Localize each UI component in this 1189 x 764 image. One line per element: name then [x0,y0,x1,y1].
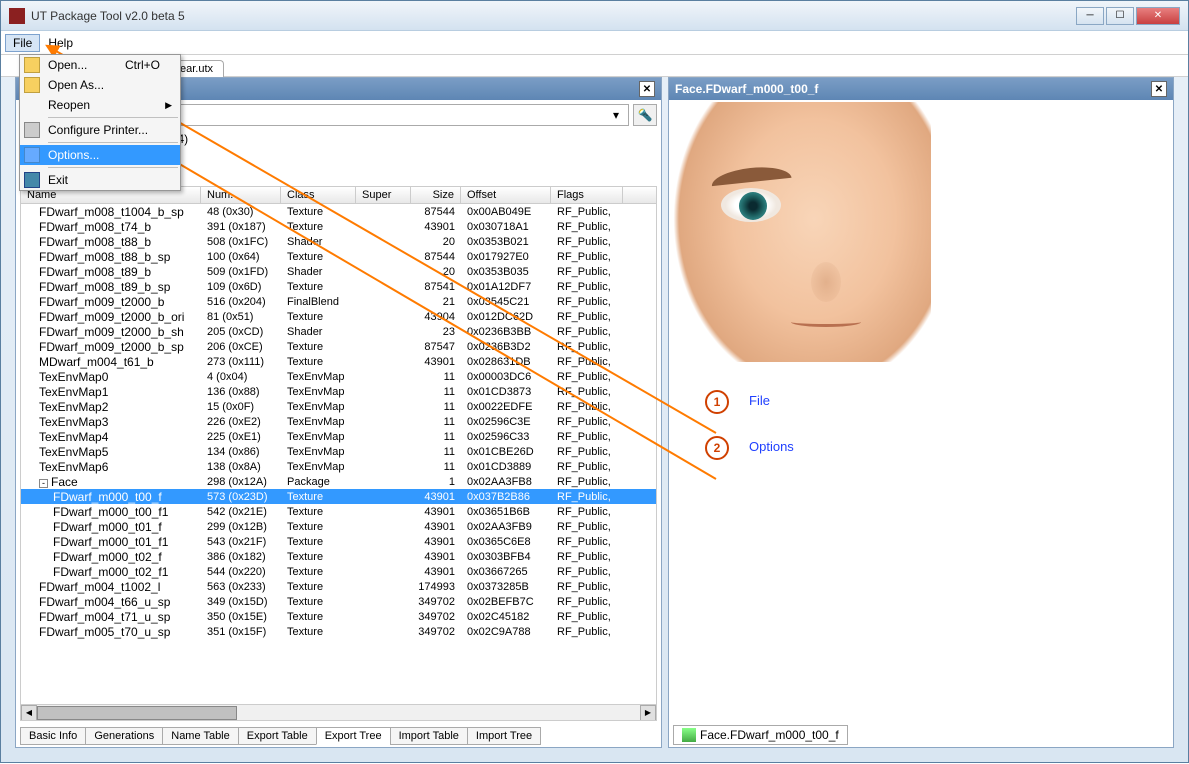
preview-tab[interactable]: Face.FDwarf_m000_t00_f [673,725,848,745]
window-title: UT Package Tool v2.0 beta 5 [31,9,1076,23]
find-button[interactable]: 🔦 [633,104,657,126]
search-icon: 🔦 [638,108,653,122]
tab-import-tree[interactable]: Import Tree [467,727,541,745]
left-panel-close[interactable]: ✕ [639,81,655,97]
preview-body: 1 File 2 Options [669,100,1173,723]
tab-export-table[interactable]: Export Table [238,727,317,745]
scroll-right-icon[interactable]: ▶ [640,705,656,721]
tab-name-table[interactable]: Name Table [162,727,239,745]
preview-close[interactable]: ✕ [1151,81,1167,97]
folder-icon [24,77,40,93]
menu-exit[interactable]: Exit [20,170,180,190]
bottom-tabs: Basic InfoGenerationsName TableExport Ta… [16,725,661,747]
annotation-label-1: File [749,393,770,408]
close-button[interactable]: ✕ [1136,7,1180,25]
scroll-left-icon[interactable]: ◀ [21,705,37,721]
menu-file[interactable]: File [5,34,40,52]
preview-title: Face.FDwarf_m000_t00_f [675,82,818,96]
menu-open-as[interactable]: Open As... [20,75,180,95]
menu-open[interactable]: Open...Ctrl+O [20,55,180,75]
folder-open-icon [24,57,40,73]
col-flags[interactable]: Flags [551,187,623,203]
titlebar: UT Package Tool v2.0 beta 5 ─ ☐ ✕ [1,1,1188,31]
export-tree-table: Name Num. Class Super Size Offset Flags … [20,186,657,721]
menu-options[interactable]: Options... [20,145,180,165]
scroll-thumb[interactable] [37,706,237,720]
maximize-button[interactable]: ☐ [1106,7,1134,25]
menu-help[interactable]: Help [40,34,81,52]
horizontal-scrollbar[interactable]: ◀ ▶ [21,704,656,720]
col-size[interactable]: Size [411,187,461,203]
menubar: File Help [1,31,1188,55]
tab-import-table[interactable]: Import Table [390,727,468,745]
annotation-marker-1: 1 [705,390,729,414]
col-offset[interactable]: Offset [461,187,551,203]
exit-icon [24,172,40,188]
table-body[interactable]: FDwarf_m008_t1004_b_sp48 (0x30)Texture87… [21,204,656,704]
menu-reopen[interactable]: Reopen▶ [20,95,180,115]
texture-preview-image [671,102,931,362]
annotation-marker-2: 2 [705,436,729,460]
preview-header: Face.FDwarf_m000_t00_f ✕ [669,78,1173,100]
tab-export-tree[interactable]: Export Tree [316,727,391,745]
options-icon [24,147,40,163]
tab-basic-info[interactable]: Basic Info [20,727,86,745]
minimize-button[interactable]: ─ [1076,7,1104,25]
chevron-down-icon: ▾ [608,108,624,122]
col-num[interactable]: Num. [201,187,281,203]
file-menu-dropdown: Open...Ctrl+O Open As... Reopen▶ Configu… [19,54,181,191]
col-class[interactable]: Class [281,187,356,203]
menu-configure-printer[interactable]: Configure Printer... [20,120,180,140]
col-super[interactable]: Super [356,187,411,203]
tab-generations[interactable]: Generations [85,727,163,745]
annotation-label-2: Options [749,439,794,454]
texture-icon [682,728,696,742]
printer-icon [24,122,40,138]
app-icon [9,8,25,24]
table-row[interactable]: FDwarf_m005_t70_u_sp351 (0x15F)Texture34… [21,624,656,639]
tree-toggle-icon[interactable]: - [39,479,48,488]
